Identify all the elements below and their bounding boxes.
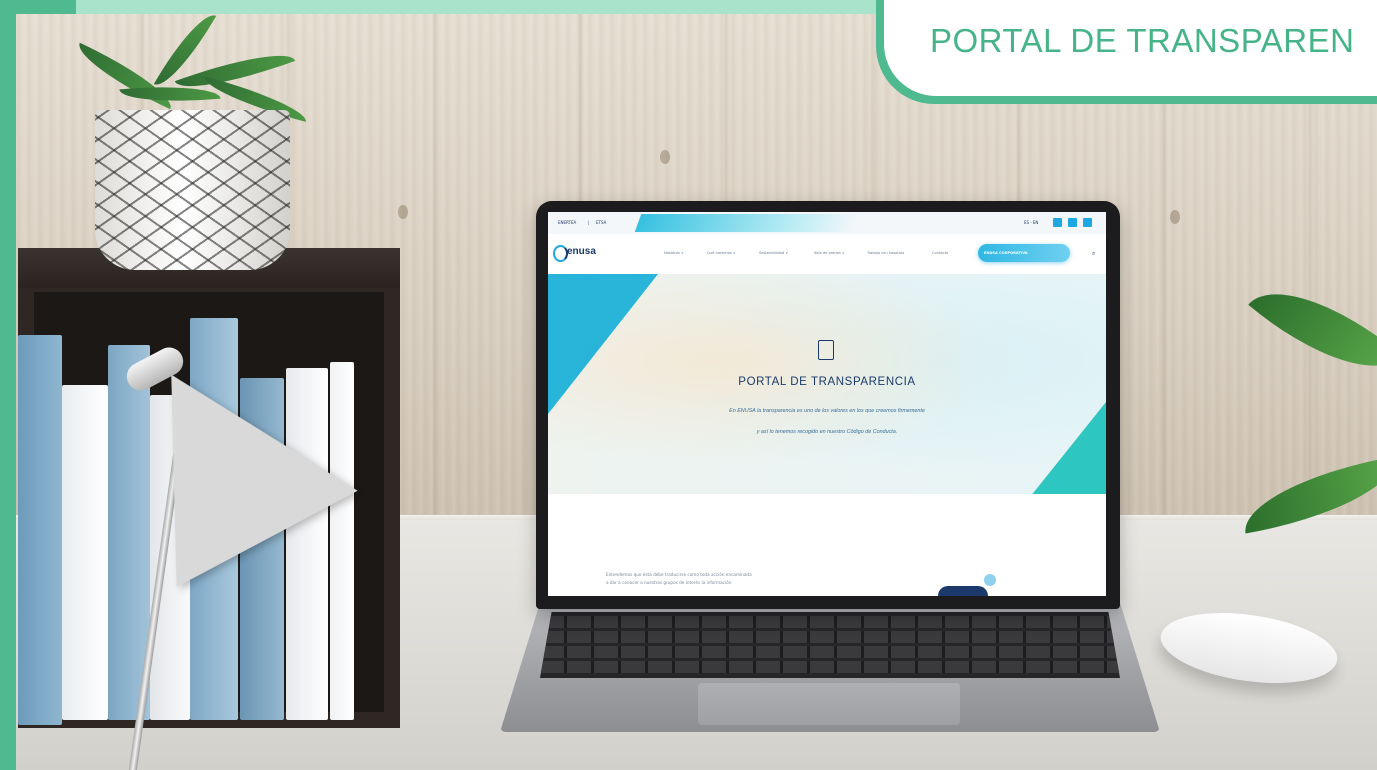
building-icon <box>818 340 834 360</box>
topbar-link[interactable]: ENERTEA <box>558 220 576 225</box>
nav-trabaja[interactable]: Trabaja con nosotros <box>867 251 904 255</box>
hero-triangle-left <box>548 274 658 414</box>
enusa-logo-icon <box>553 245 568 262</box>
decorative-shape <box>938 586 988 596</box>
content-text-line: a dar a conocer a nuestros grupos de int… <box>606 580 732 585</box>
search-icon[interactable]: ⌕ <box>1092 250 1095 258</box>
laptop-screen: ENERTEA | ETSA ES · EN enusa Nosotros ∨ … <box>548 212 1106 596</box>
content-text-line: Entendemos que ésta debe traducirse como… <box>606 572 752 577</box>
photo-scene: ENERTEA | ETSA ES · EN enusa Nosotros ∨ … <box>0 0 1377 770</box>
nav-que-hacemos[interactable]: Qué hacemos ∨ <box>707 251 735 255</box>
laptop-keyboard <box>540 612 1120 678</box>
language-switch[interactable]: ES · EN <box>1024 220 1038 225</box>
youtube-icon[interactable] <box>1083 218 1092 227</box>
nav-sala-prensa[interactable]: Sala de prensa ∨ <box>814 251 844 255</box>
linkedin-icon[interactable] <box>1068 218 1077 227</box>
lightbulb-icon <box>984 574 996 586</box>
banner-title: PORTAL DE TRANSPAREN <box>930 22 1355 59</box>
wood-knot <box>660 150 670 164</box>
book <box>18 335 62 725</box>
twitter-icon[interactable] <box>1053 218 1062 227</box>
site-topbar-accent <box>634 214 862 232</box>
book <box>330 362 354 720</box>
laptop-trackpad <box>698 683 960 725</box>
site-logo[interactable]: enusa <box>567 246 596 257</box>
corporate-button-label: ENUSA CORPORATIVA <box>984 251 1028 255</box>
nav-sostenibilidad[interactable]: Sostenibilidad ∨ <box>759 251 788 255</box>
nav-nosotros[interactable]: Nosotros ∨ <box>664 251 684 255</box>
nav-contacto[interactable]: Contacto <box>932 251 948 255</box>
wood-knot <box>1170 210 1180 224</box>
wood-knot <box>398 205 408 219</box>
topbar-separator: | <box>588 220 590 225</box>
hero-text-line: y así lo tenemos recogido en nuestro Cód… <box>756 429 898 435</box>
plant-pot <box>95 110 290 270</box>
top-accent-corner <box>0 0 76 14</box>
hero-text-line: En ENUSA la transparencia es uno de los … <box>729 408 925 414</box>
hero-title: PORTAL DE TRANSPARENCIA <box>738 376 916 388</box>
topbar-link[interactable]: ETSA <box>596 220 606 225</box>
left-accent-bar <box>0 0 16 770</box>
